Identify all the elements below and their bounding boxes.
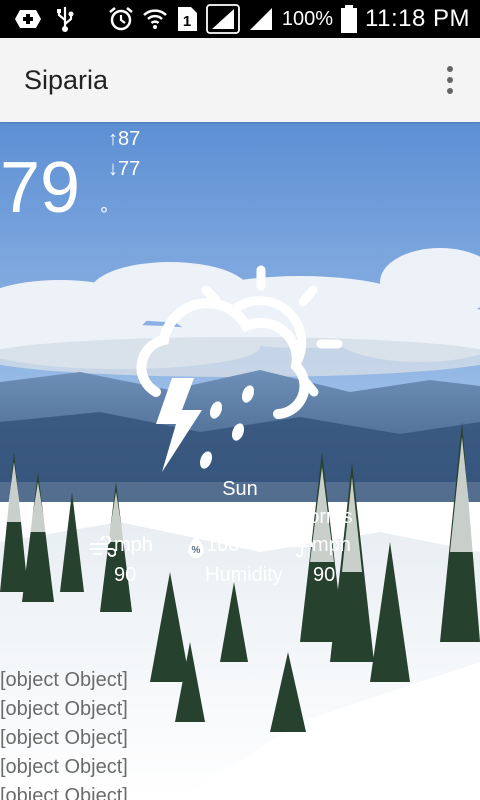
more-vertical-icon[interactable] bbox=[440, 60, 460, 100]
svg-text:%: % bbox=[192, 545, 201, 556]
wifi-icon bbox=[142, 6, 168, 32]
battery-percent: 100% bbox=[281, 7, 334, 30]
temperature-high: ↑87 bbox=[108, 128, 141, 150]
usb-icon bbox=[56, 6, 74, 32]
debug-line: [object Object] bbox=[0, 727, 128, 749]
umbrella-icon bbox=[290, 534, 314, 564]
current-temperature: 79 bbox=[0, 148, 81, 228]
gust-value: 90 bbox=[313, 564, 336, 586]
temperature-low: ↓77 bbox=[108, 158, 141, 180]
notification-plus-icon bbox=[14, 8, 42, 30]
wind-value: 90 bbox=[114, 564, 137, 586]
weather-view: ↑87 ↓77 79 ° Sun Scattered Thunderstorms bbox=[0, 122, 480, 800]
thunderstorm-sun-icon bbox=[136, 265, 343, 472]
wind-unit: mph bbox=[114, 534, 153, 556]
gust-unit: mph bbox=[312, 534, 351, 556]
weather-condition: Scattered Thunderstorms bbox=[127, 506, 353, 528]
page-title: Siparia bbox=[24, 64, 109, 95]
alarm-icon bbox=[108, 6, 134, 32]
debug-line: [object Object] bbox=[0, 669, 128, 691]
humidity-label: Humidity bbox=[205, 564, 283, 586]
forecast-day: Sun bbox=[222, 478, 258, 500]
battery-icon bbox=[341, 5, 358, 33]
signal-bars-icon bbox=[248, 6, 274, 32]
precipitation-icon: % bbox=[186, 534, 206, 564]
clock-time: 11:18 PM bbox=[365, 5, 470, 32]
status-bar: 1 100% 11:18 PM bbox=[0, 0, 480, 38]
svg-text:1: 1 bbox=[183, 13, 191, 30]
debug-line: [object Object] bbox=[0, 785, 128, 800]
app-bar: Siparia bbox=[0, 38, 480, 122]
wind-icon bbox=[88, 535, 117, 564]
debug-line: [object Object] bbox=[0, 698, 128, 720]
debug-line: [object Object] bbox=[0, 756, 128, 778]
precipitation-value: 100 bbox=[206, 534, 240, 556]
sim-card-icon: 1 bbox=[176, 6, 198, 32]
signal-bars-icon bbox=[205, 4, 240, 34]
degree-symbol: ° bbox=[100, 204, 108, 226]
